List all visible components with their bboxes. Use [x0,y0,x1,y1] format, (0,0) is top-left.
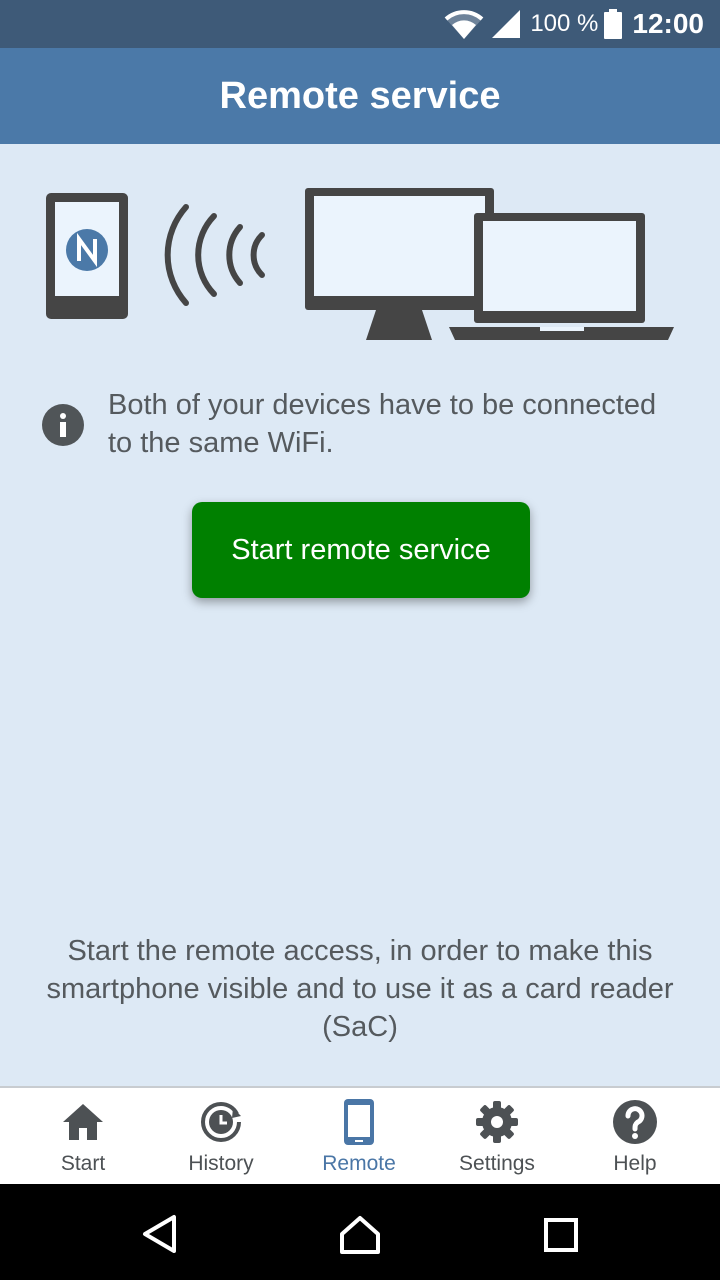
nav-label-help: Help [613,1152,657,1175]
phone-nfc-icon [46,193,128,319]
status-time: 12:00 [632,8,704,39]
description-text: Start the remote access, in order to mak… [46,935,674,1043]
bottom-nav: Start History Remote Settings Help [0,1086,720,1184]
back-icon[interactable] [140,1214,180,1254]
info-text: Both of your devices have to be connecte… [108,389,657,459]
nav-item-remote[interactable]: Remote [290,1088,428,1184]
nav-item-history[interactable]: History [152,1088,290,1184]
wireless-waves-icon [164,204,265,306]
nav-item-settings[interactable]: Settings [428,1088,566,1184]
app-bar: Remote service [0,48,720,144]
nav-label-remote: Remote [322,1152,396,1175]
nav-label-start: Start [60,1152,106,1175]
status-bar: 100 % 12:00 [0,0,720,48]
battery-percent: 100 % [530,10,599,37]
info-icon [42,404,84,446]
signal-icon [492,10,521,38]
system-nav-bar [0,1184,720,1280]
help-icon [613,1100,657,1144]
recents-icon[interactable] [543,1217,579,1253]
page-title: Remote service [219,74,501,117]
info-row: Both of your devices have to be connecte… [42,386,682,462]
status-icons: 100 % 12:00 [444,0,704,48]
battery-icon [604,9,623,39]
smartphone-icon [344,1099,374,1145]
hero-illustration [46,188,674,340]
nav-label-settings: Settings [459,1152,535,1175]
nav-item-help[interactable]: Help [566,1088,704,1184]
start-remote-service-button[interactable]: Start remote service [192,502,530,598]
gear-icon [476,1101,518,1143]
nav-label-history: History [188,1152,254,1175]
home-icon [63,1104,103,1140]
history-icon [201,1102,241,1142]
monitor-icon [305,188,494,340]
laptop-icon [449,213,674,340]
wifi-icon [444,10,484,39]
nav-item-start[interactable]: Start [14,1088,152,1184]
home-nav-icon[interactable] [338,1214,382,1256]
